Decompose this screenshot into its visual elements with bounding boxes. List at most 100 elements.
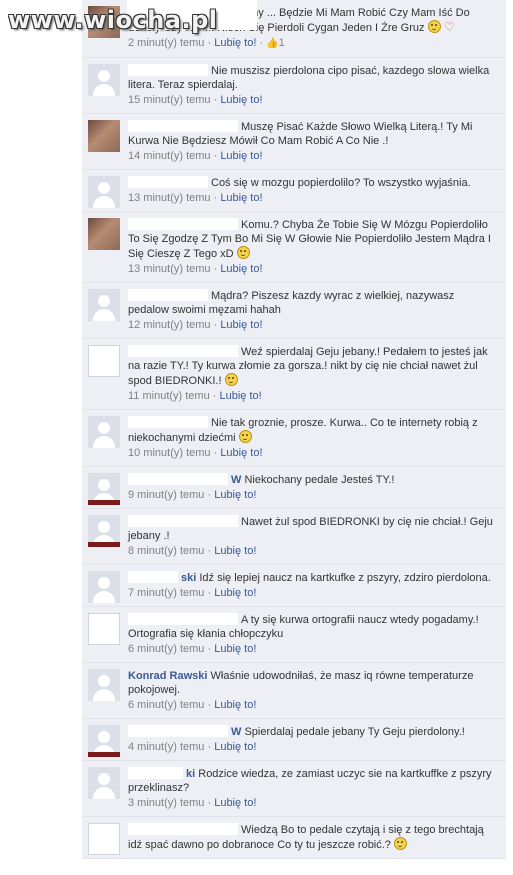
- comment-item: A ty się kurwa ortografii naucz wtedy po…: [82, 607, 506, 663]
- name-redaction: [128, 725, 228, 737]
- name-redaction: [128, 289, 208, 301]
- comment-item: Konrad Rawski Właśnie udowodniłaś, że ma…: [82, 663, 506, 719]
- comment-content: ki Rodzice wiedza, ze zamiast uczyc sie …: [128, 761, 506, 816]
- like-button[interactable]: Lubię to!: [214, 699, 256, 711]
- avatar[interactable]: [88, 669, 120, 701]
- avatar[interactable]: [88, 289, 120, 321]
- avatar-head-shape: [98, 675, 110, 687]
- avatar-head-shape: [98, 422, 110, 434]
- like-button[interactable]: Lubię to!: [220, 319, 262, 331]
- comment-author-link[interactable]: Konrad Rawski: [128, 670, 207, 682]
- comment-meta: 11 minut(y) temu · Lubię to!: [128, 390, 262, 402]
- avatar[interactable]: [88, 823, 120, 855]
- watermark-logo: www.wiocha.pl: [8, 6, 218, 34]
- avatar-body-shape: [93, 436, 115, 448]
- comment-timestamp[interactable]: 7 minut(y) temu: [128, 587, 204, 599]
- like-button[interactable]: Lubię to!: [214, 643, 256, 655]
- comment-timestamp[interactable]: 14 minut(y) temu: [128, 150, 211, 162]
- avatar[interactable]: [88, 345, 120, 377]
- comment-body: W Spierdalaj pedale jebany Ty Geju pierd…: [128, 725, 498, 739]
- avatar[interactable]: [88, 725, 120, 757]
- like-button[interactable]: Lubię to!: [220, 150, 262, 162]
- comment-timestamp[interactable]: 13 minut(y) temu: [128, 263, 211, 275]
- comment-timestamp[interactable]: 8 minut(y) temu: [128, 545, 204, 557]
- comment-timestamp[interactable]: 15 minut(y) temu: [128, 94, 211, 106]
- comment-timestamp[interactable]: 6 minut(y) temu: [128, 699, 204, 711]
- like-button[interactable]: Lubię to!: [214, 741, 256, 753]
- avatar-head-shape: [98, 479, 110, 491]
- like-button[interactable]: Lubię to!: [220, 447, 262, 459]
- comment-text: Niekochany pedale Jesteś TY.!: [244, 474, 395, 486]
- comment-timestamp[interactable]: 2 minut(y) temu: [128, 37, 204, 49]
- avatar[interactable]: [88, 218, 120, 250]
- comment-timestamp[interactable]: 10 minut(y) temu: [128, 447, 211, 459]
- name-redaction: [128, 473, 228, 485]
- comment-body: Konrad Rawski Właśnie udowodniłaś, że ma…: [128, 669, 498, 697]
- comment-timestamp[interactable]: 13 minut(y) temu: [128, 192, 211, 204]
- comment-timestamp[interactable]: 12 minut(y) temu: [128, 319, 211, 331]
- comment-meta: 15 minut(y) temu · Lubię to!: [128, 94, 263, 106]
- comment-meta: 9 minut(y) temu · Lubię to!: [128, 489, 257, 501]
- name-redaction: [128, 613, 238, 625]
- comment-item: Mądra? Piszesz kazdy wyrac z wielkiej, n…: [82, 283, 506, 339]
- avatar-head-shape: [98, 521, 110, 533]
- comment-item: Nawet żul spod BIEDRONKI by cię nie chci…: [82, 509, 506, 565]
- avatar[interactable]: [88, 571, 120, 603]
- like-button[interactable]: Lubię to!: [220, 390, 262, 402]
- smiley-icon: [427, 20, 441, 33]
- comment-author-link[interactable]: ki: [186, 768, 195, 780]
- comment-timestamp[interactable]: 9 minut(y) temu: [128, 489, 204, 501]
- comment-author-link[interactable]: ski: [181, 572, 196, 584]
- like-button[interactable]: Lubię to!: [214, 489, 256, 501]
- comment-timestamp[interactable]: 6 minut(y) temu: [128, 643, 204, 655]
- comment-content: ski Idź się lepiej naucz na kartkufke z …: [128, 565, 506, 606]
- comment-content: Wiedzą Bo to pedale czytają i się z tego…: [128, 817, 506, 858]
- comment-item: W Spierdalaj pedale jebany Ty Geju pierd…: [82, 719, 506, 761]
- comment-item: Muszę Pisać Każde Słowo Wielką Literą.! …: [82, 114, 506, 170]
- like-button[interactable]: Lubię to!: [214, 797, 256, 809]
- avatar[interactable]: [88, 767, 120, 799]
- comment-body: Nawet żul spod BIEDRONKI by cię nie chci…: [128, 515, 498, 543]
- comment-content: Muszę Pisać Każde Słowo Wielką Literą.! …: [128, 114, 506, 169]
- avatar-stripe: [88, 542, 120, 547]
- avatar[interactable]: [88, 176, 120, 208]
- heart-icon: ♡: [440, 20, 455, 34]
- like-button[interactable]: Lubię to!: [220, 192, 262, 204]
- comment-timestamp[interactable]: 3 minut(y) temu: [128, 797, 204, 809]
- avatar-body-shape: [93, 309, 115, 321]
- avatar[interactable]: [88, 120, 120, 152]
- name-redaction: [128, 823, 238, 835]
- comment-item: W Niekochany pedale Jesteś TY.! 9 minut(y…: [82, 467, 506, 509]
- like-button[interactable]: Lubię to!: [220, 263, 262, 275]
- comment-body: ki Rodzice wiedza, ze zamiast uczyc sie …: [128, 767, 498, 795]
- comment-body: Komu.? Chyba Że Tobie Się W Mózgu Popier…: [128, 218, 498, 261]
- comment-thread: ... On Jest Jakiś Przyjebany ... Będzie …: [82, 0, 506, 859]
- like-button[interactable]: Lubię to!: [214, 37, 256, 49]
- comment-text: Idź się lepiej naucz na kartkufke z pszy…: [199, 572, 491, 584]
- comment-timestamp[interactable]: 11 minut(y) temu: [128, 390, 210, 402]
- comment-author-link[interactable]: W: [231, 474, 241, 486]
- avatar[interactable]: [88, 416, 120, 448]
- like-count[interactable]: 1: [279, 37, 285, 49]
- smiley-icon: [224, 373, 238, 386]
- comment-item: ski Idź się lepiej naucz na kartkufke z …: [82, 565, 506, 607]
- name-redaction: [128, 345, 238, 357]
- avatar-stripe: [88, 752, 120, 757]
- avatar[interactable]: [88, 64, 120, 96]
- comment-content: Weź spierdalaj Geju jebany.! Pedałem to …: [128, 339, 506, 409]
- name-redaction: [128, 64, 208, 76]
- avatar[interactable]: [88, 515, 120, 547]
- like-button[interactable]: Lubię to!: [214, 587, 256, 599]
- comment-content: Komu.? Chyba Że Tobie Się W Mózgu Popier…: [128, 212, 506, 282]
- comment-body: Mądra? Piszesz kazdy wyrac z wielkiej, n…: [128, 289, 498, 317]
- comment-content: W Niekochany pedale Jesteś TY.! 9 minut(y…: [128, 467, 506, 508]
- comment-item: ki Rodzice wiedza, ze zamiast uczyc sie …: [82, 761, 506, 817]
- comment-timestamp[interactable]: 4 minut(y) temu: [128, 741, 204, 753]
- comment-author-link[interactable]: W: [231, 726, 241, 738]
- avatar[interactable]: [88, 473, 120, 505]
- like-button[interactable]: Lubię to!: [214, 545, 256, 557]
- comment-item: Nie tak groznie, prosze. Kurwa.. Co te i…: [82, 410, 506, 467]
- comment-content: Konrad Rawski Właśnie udowodniłaś, że ma…: [128, 663, 506, 718]
- avatar[interactable]: [88, 613, 120, 645]
- like-button[interactable]: Lubię to!: [220, 94, 262, 106]
